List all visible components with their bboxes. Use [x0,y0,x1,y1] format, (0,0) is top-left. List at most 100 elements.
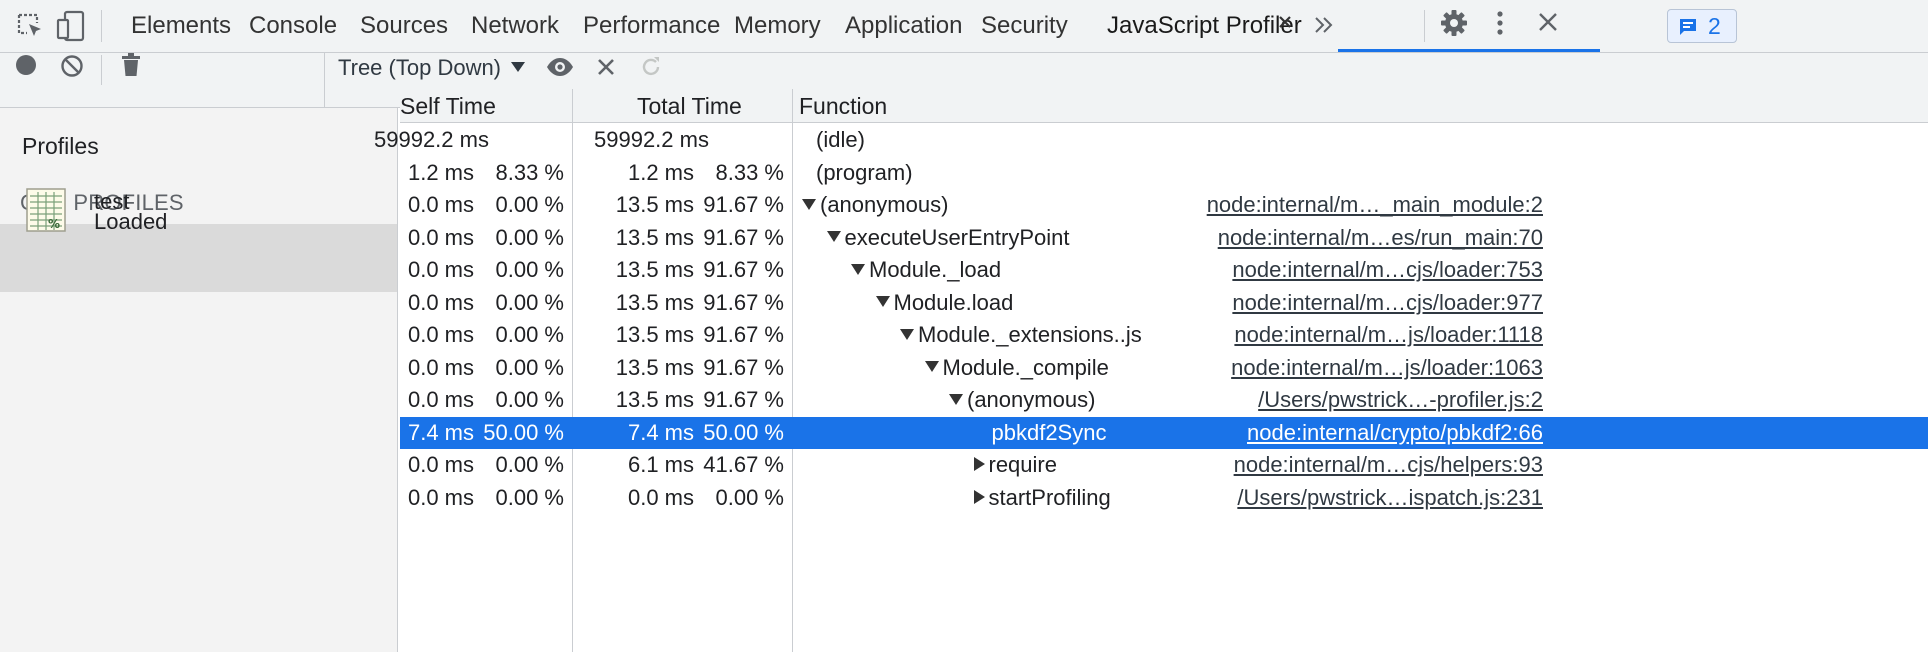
tab-bar-divider-right [1424,10,1425,42]
table-row[interactable]: 59992.2 ms 59992.2 ms (idle) [374,124,1928,156]
dropdown-arrow-icon[interactable] [510,61,526,73]
source-link[interactable]: node:internal/m…js/loader:1063 [1231,352,1543,384]
total-time-percent [702,124,784,156]
table-row[interactable]: 0.0 ms 0.00 % 6.1 ms 41.67 % require node:int… [400,449,1928,481]
source-link[interactable]: node:internal/m…cjs/helpers:93 [1234,449,1543,481]
source-link[interactable]: node:internal/m…cjs/loader:753 [1232,254,1543,286]
function-name: (program) [816,159,913,185]
expand-triangle-icon[interactable] [851,263,865,275]
column-header-self-time[interactable]: Self Time [400,89,496,123]
table-row[interactable]: 0.0 ms 0.00 % 13.5 ms 91.67 % Module._load no… [400,254,1928,286]
function-cell: Module._load [851,254,1001,286]
tab-network[interactable]: Network [471,0,559,52]
expand-triangle-icon[interactable] [973,489,985,504]
total-time-ms: 13.5 ms [615,322,694,347]
clear-icon[interactable] [60,54,84,78]
table-header [400,89,1928,123]
table-row[interactable]: 0.0 ms 0.00 % 13.5 ms 91.67 % Module._extens… [400,319,1928,351]
self-time-percent: 0.00 % [495,257,565,282]
self-time-ms: 0.0 ms [407,354,474,380]
table-row[interactable]: 0.0 ms 0.00 % 0.0 ms 0.00 % startProfiling/U… [400,482,1928,514]
total-time-ms: 0.0 ms [627,484,694,510]
column-header-total-time[interactable]: Total Time [637,89,742,123]
function-cell: (idle) [802,124,865,156]
self-time-percent: 0.00 % [495,354,565,380]
total-time-percent: 91.67 % [703,224,784,250]
total-time-percent: 50.00 % [703,419,784,445]
total-time-percent: 91.67 % [703,289,784,315]
function-name: (idle) [816,127,865,152]
function-cell: (anonymous) [802,189,948,221]
total-time-ms: 13.5 ms [615,289,694,315]
expand-triangle-icon[interactable] [949,393,963,405]
table-row[interactable]: 0.0 ms 0.00 % 13.5 ms 91.67 % Module.load nod… [400,287,1928,319]
delete-icon[interactable] [121,52,141,78]
function-name: executeUserEntryPoint [844,224,1070,250]
total-time-percent: 91.67 % [703,387,784,412]
expand-triangle-icon[interactable] [802,198,816,210]
table-row[interactable]: 7.4 ms 50.00 % 7.4 ms 50.00 % pbkdf2Sync node… [400,416,1928,449]
source-link[interactable]: node:internal/m…_main_module:2 [1207,189,1543,221]
function-name: startProfiling [988,484,1111,510]
table-row[interactable]: 0.0 ms 0.00 % 13.5 ms 91.67 % executeUserEnt… [400,222,1928,254]
self-time-percent: 0.00 % [495,224,565,250]
device-toolbar-icon[interactable] [56,10,86,42]
profile-status: Loaded [94,209,168,234]
tab-memory[interactable]: Memory [734,0,821,52]
source-link[interactable]: node:internal/crypto/pbkdf2:66 [1247,417,1543,449]
close-devtools-icon[interactable] [1537,11,1559,33]
tab-elements[interactable]: Elements [131,0,231,52]
expand-triangle-icon[interactable] [900,328,914,340]
profile-item-test[interactable] [0,224,397,292]
self-time-ms: 0.0 ms [407,452,474,477]
issues-badge[interactable]: 2 [1667,9,1737,43]
exclude-icon[interactable] [596,57,616,77]
function-name: Module._load [869,257,1002,282]
tab-performance[interactable]: Performance [583,0,720,52]
expand-triangle-icon[interactable] [924,361,939,373]
source-link[interactable]: node:internal/m…js/loader:1118 [1234,319,1543,351]
source-link[interactable]: /Users/pwstrick…ispatch.js:231 [1237,482,1543,514]
cpu-profile-icon: % [26,188,66,232]
total-time-percent: 91.67 % [703,257,784,282]
tab-javascript-profiler[interactable]: JavaScript Profiler [1107,0,1302,52]
function-name: Module.load [893,289,1014,315]
table-row[interactable]: 0.0 ms 0.00 % 13.5 ms 91.67 % Module._compil… [400,352,1928,384]
view-select[interactable]: Tree (Top Down) [338,53,501,83]
more-options-icon[interactable] [1492,9,1508,37]
self-time-percent: 50.00 % [483,419,564,445]
focus-eye-icon[interactable] [546,57,574,77]
total-time-ms: 6.1 ms [627,452,694,477]
more-tabs-icon[interactable] [1313,14,1335,36]
close-tab-icon[interactable] [1277,14,1293,30]
table-row[interactable]: 0.0 ms 0.00 % 13.5 ms 91.67 % (anonymous) nod… [400,189,1928,221]
source-link[interactable]: node:internal/m…es/run_main:70 [1218,222,1543,254]
reload-icon[interactable] [639,55,663,79]
self-time-ms: 59992.2 ms [374,127,489,152]
total-time-percent: 91.67 % [703,192,784,217]
inspect-element-icon[interactable] [16,12,44,40]
column-header-function[interactable]: Function [799,89,887,123]
record-icon[interactable] [15,54,37,76]
table-row[interactable]: 1.2 ms 8.33 % 1.2 ms 8.33 % (program) [400,157,1928,189]
source-link[interactable]: node:internal/m…cjs/loader:977 [1232,287,1543,319]
self-time-ms: 1.2 ms [407,159,474,185]
self-time-percent: 0.00 % [495,484,565,510]
total-time-percent: 41.67 % [703,452,784,477]
tab-application[interactable]: Application [845,0,962,52]
issues-icon [1680,19,1696,35]
tab-security[interactable]: Security [981,0,1068,52]
tab-console[interactable]: Console [249,0,337,52]
source-link[interactable]: /Users/pwstrick…-profiler.js:2 [1258,384,1543,416]
expand-triangle-icon[interactable] [875,296,890,308]
tab-sources[interactable]: Sources [360,0,448,52]
expand-triangle-icon[interactable] [973,457,985,472]
function-name: (anonymous) [967,387,1096,412]
self-time-percent [482,124,564,156]
total-time-percent: 91.67 % [703,322,784,347]
expand-triangle-icon[interactable] [826,231,841,243]
settings-icon[interactable] [1440,9,1468,37]
table-row[interactable]: 0.0 ms 0.00 % 13.5 ms 91.67 % (anonymous) /Us… [400,384,1928,416]
function-cell: (program) [802,157,913,189]
issues-count: 2 [1708,13,1721,39]
